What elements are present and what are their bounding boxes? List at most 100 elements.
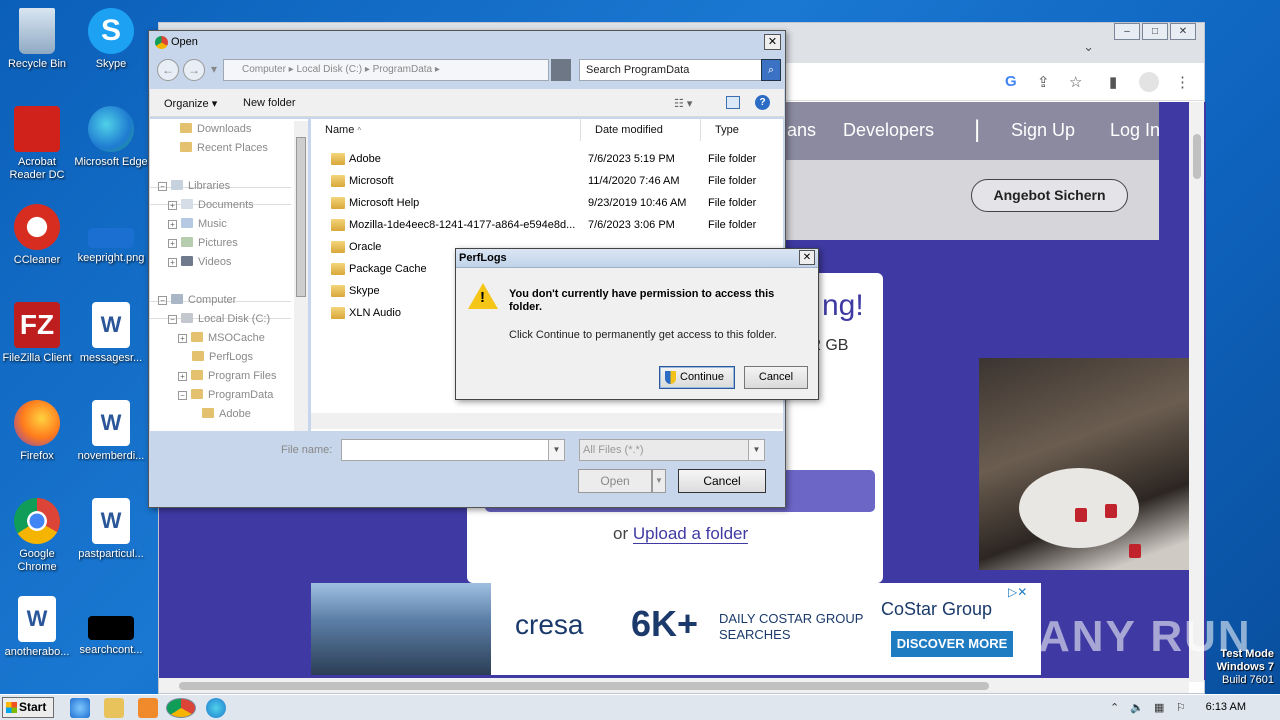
tree-item-libraries[interactable]: − Libraries: [158, 180, 230, 192]
column-header-type[interactable]: Type: [701, 119, 783, 141]
tree-scrollbar[interactable]: [294, 121, 308, 431]
clock[interactable]: 6:13 AM: [1206, 701, 1246, 713]
tree-item-adobe[interactable]: Adobe: [202, 408, 251, 420]
open-dropdown-button[interactable]: ▼: [652, 469, 666, 493]
tree-item-msocache[interactable]: + MSOCache: [178, 332, 265, 344]
tree-item-recent-places[interactable]: Recent Places: [180, 142, 268, 154]
desktop-icon-pastparticul[interactable]: W pastparticul...: [74, 498, 148, 561]
desktop-icon-recycle-bin[interactable]: Recycle Bin: [0, 8, 74, 71]
explorer-icon[interactable]: [104, 698, 124, 718]
search-icon[interactable]: ⌕: [761, 59, 781, 81]
refresh-button[interactable]: [551, 59, 571, 81]
cancel-button[interactable]: Cancel: [678, 469, 766, 493]
nav-log-in[interactable]: Log In: [1110, 120, 1160, 141]
continue-button[interactable]: Continue: [659, 366, 735, 389]
column-header-date[interactable]: Date modified: [581, 119, 701, 141]
desktop-icon-searchcont[interactable]: searchcont...: [74, 596, 148, 657]
search-input[interactable]: Search ProgramData: [579, 59, 763, 81]
photo-cup: [1105, 504, 1117, 518]
volume-icon[interactable]: 🔈: [1130, 701, 1144, 714]
preview-pane-icon[interactable]: [726, 96, 740, 109]
permission-dialog-titlebar: PerfLogs ✕: [456, 249, 818, 268]
tree-item-downloads[interactable]: Downloads: [180, 123, 251, 135]
tree-item-local-disk[interactable]: − Local Disk (C:): [168, 313, 270, 325]
desktop-icon-chrome[interactable]: Google Chrome: [0, 498, 74, 574]
desktop-icon-firefox[interactable]: Firefox: [0, 400, 74, 463]
close-icon[interactable]: ✕: [799, 250, 815, 265]
photo-cup: [1075, 508, 1087, 522]
edge-taskbar-icon[interactable]: [206, 698, 226, 718]
minimize-button[interactable]: –: [1114, 23, 1140, 40]
desktop-icon-edge[interactable]: Microsoft Edge: [74, 106, 148, 169]
upload-folder-link[interactable]: Upload a folder: [632, 524, 749, 544]
tree-item-program-files[interactable]: + Program Files: [178, 370, 276, 382]
file-list-scrollbar[interactable]: [311, 413, 783, 429]
ie-icon[interactable]: [70, 698, 90, 718]
new-folder-button[interactable]: New folder: [243, 97, 296, 109]
ad-banner[interactable]: cresa 6K+ DAILY COSTAR GROUP SEARCHES Co…: [311, 583, 1041, 675]
nav-plans[interactable]: ans: [787, 120, 816, 141]
nav-sign-up[interactable]: Sign Up: [1011, 120, 1075, 141]
tree-item-pictures[interactable]: + Pictures: [168, 237, 238, 249]
desktop-icon-label: Skype: [95, 58, 127, 70]
close-icon[interactable]: ✕: [764, 34, 781, 50]
column-header-name[interactable]: Name ^: [311, 119, 581, 141]
tree-item-music[interactable]: + Music: [168, 218, 227, 230]
forward-icon[interactable]: →: [183, 59, 205, 81]
discover-more-button[interactable]: DISCOVER MORE: [891, 631, 1013, 657]
desktop-icon-messagesr[interactable]: W messagesr...: [74, 302, 148, 365]
ccleaner-icon: [14, 204, 60, 250]
file-row[interactable]: Microsoft Help 9/23/2019 10:46 AM File fol…: [311, 192, 783, 214]
google-icon[interactable]: G: [1005, 73, 1017, 90]
file-row[interactable]: Adobe 7/6/2023 5:19 PM File folder: [311, 148, 783, 170]
desktop-icon-anotherabo[interactable]: W anotherabo...: [0, 596, 74, 659]
media-player-icon[interactable]: [138, 698, 158, 718]
tree-item-computer[interactable]: − Computer: [158, 294, 236, 306]
folder-icon: [331, 263, 345, 275]
organize-button[interactable]: Organize ▾: [164, 97, 217, 110]
file-row[interactable]: Mozilla-1de4eec8-1241-4177-a864-e594e8d.…: [311, 214, 783, 236]
maximize-button[interactable]: □: [1142, 23, 1168, 40]
view-options-icon[interactable]: ☷ ▾: [674, 97, 692, 110]
chevron-down-icon[interactable]: ▼: [748, 440, 764, 460]
tree-item-documents[interactable]: + Documents: [168, 199, 254, 211]
history-dropdown-icon[interactable]: ▾: [208, 59, 220, 81]
chevron-down-icon[interactable]: ⌄: [1083, 39, 1094, 55]
desktop-icon-ccleaner[interactable]: CCleaner: [0, 204, 74, 267]
desktop-icon-label: Acrobat Reader DC: [9, 156, 65, 181]
menu-icon[interactable]: ⋮: [1175, 73, 1190, 91]
tree-item-videos[interactable]: + Videos: [168, 256, 231, 268]
file-row[interactable]: Microsoft 11/4/2020 7:46 AM File folder: [311, 170, 783, 192]
chevron-down-icon[interactable]: ▼: [548, 440, 564, 460]
close-button[interactable]: ✕: [1170, 23, 1196, 40]
file-type-select[interactable]: All Files (*.*) ▼: [579, 439, 765, 461]
vertical-scrollbar[interactable]: [1189, 102, 1204, 682]
help-icon[interactable]: ?: [755, 95, 770, 110]
network-icon[interactable]: ▦: [1154, 701, 1164, 714]
tree-item-programdata[interactable]: − ProgramData: [178, 389, 273, 401]
start-button[interactable]: Start: [2, 697, 54, 718]
desktop-icon-novemberdi[interactable]: W novemberdi...: [74, 400, 148, 463]
desktop-icon-skype[interactable]: S Skype: [74, 8, 148, 71]
profile-icon[interactable]: [1139, 72, 1159, 92]
open-dialog-navbar: ← → ▾ Computer ▸ Local Disk (C:) ▸ Progr…: [153, 57, 781, 83]
sidepanel-icon[interactable]: ▮: [1109, 73, 1117, 91]
chrome-taskbar-icon[interactable]: [166, 698, 196, 718]
desktop-icon-filezilla[interactable]: FZ FileZilla Client: [0, 302, 74, 365]
ad-close-icon[interactable]: ▷✕: [1008, 585, 1027, 599]
desktop-icon-keepright[interactable]: keepright.png: [74, 204, 148, 265]
star-icon[interactable]: ☆: [1069, 73, 1082, 91]
tray-expand-icon[interactable]: ⌃: [1110, 701, 1119, 714]
breadcrumb[interactable]: Computer ▸ Local Disk (C:) ▸ ProgramData…: [223, 59, 549, 81]
file-name-input[interactable]: ▼: [341, 439, 565, 461]
flag-icon[interactable]: ⚐: [1176, 701, 1186, 714]
angebot-button[interactable]: Angebot Sichern: [971, 179, 1128, 212]
share-icon[interactable]: ⇪: [1037, 73, 1050, 91]
tree-item-perflogs[interactable]: PerfLogs: [192, 351, 253, 363]
desktop-icon-acrobat[interactable]: Acrobat Reader DC: [0, 106, 74, 182]
back-icon[interactable]: ←: [157, 59, 179, 81]
cancel-button[interactable]: Cancel: [744, 366, 808, 389]
horizontal-scrollbar[interactable]: [159, 678, 1189, 693]
nav-developers[interactable]: Developers: [843, 120, 934, 141]
open-button[interactable]: Open: [578, 469, 652, 493]
